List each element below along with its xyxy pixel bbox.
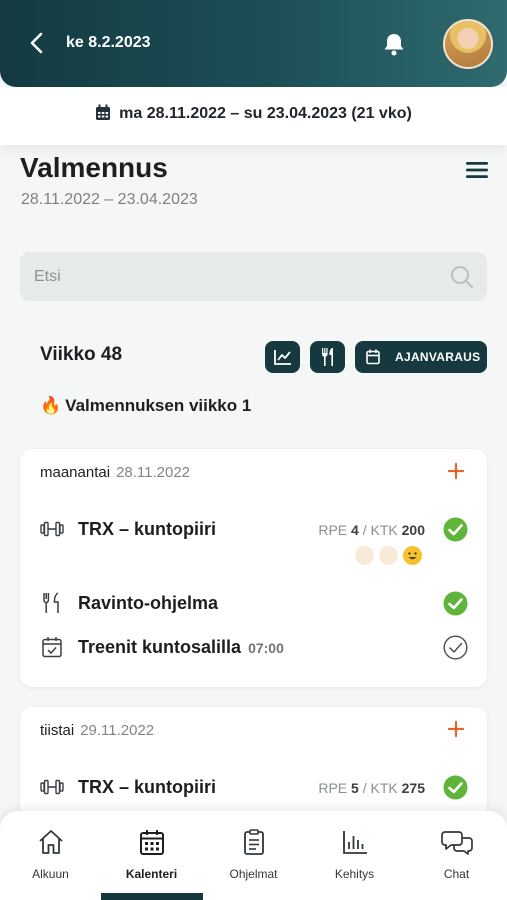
hamburger-menu-icon[interactable] [466, 160, 488, 180]
mood-faces [355, 546, 425, 568]
check-circle-outline-icon[interactable] [443, 635, 468, 660]
fork-knife-icon [43, 592, 59, 613]
bell-icon[interactable] [380, 30, 408, 58]
activity-row-nutrition[interactable]: Ravinto-ohjelma [20, 583, 487, 623]
appointment-label: AJANVARAUS [395, 350, 481, 364]
page-title: Valmennus [20, 152, 168, 183]
activity-time: 07:00 [248, 640, 284, 656]
mood-face-icon[interactable] [379, 546, 398, 565]
activity-name: Ravinto-ohjelma [78, 593, 219, 613]
activity-row-gym[interactable]: Treenit kuntosalilla 07:00 [20, 627, 487, 667]
day-name: tiistai [40, 722, 75, 739]
search-input[interactable] [34, 264, 434, 290]
check-circle-icon[interactable] [443, 517, 468, 542]
appointment-button[interactable]: AJANVARAUS [355, 341, 487, 373]
active-tab-indicator [101, 893, 203, 900]
tab-label: Kehitys [334, 867, 375, 881]
dumbbell-icon [40, 521, 64, 537]
tab-label: Ohjelmat [229, 867, 278, 881]
calendar-icon [140, 830, 164, 855]
check-circle-icon[interactable] [443, 591, 468, 616]
tab-calendar[interactable]: Kalenteri [101, 811, 202, 900]
add-icon[interactable] [444, 459, 468, 483]
activity-name: TRX – kuntopiiri [78, 519, 217, 539]
tab-label: Kalenteri [125, 867, 178, 881]
week-title: Viikko 48 [40, 344, 123, 365]
add-icon[interactable] [444, 717, 468, 741]
app-header: ke 8.2.2023 [0, 0, 507, 87]
day-header: tiistai 29.11.2022 [40, 722, 154, 739]
nutrition-button[interactable] [310, 341, 345, 373]
bottom-tab-bar: Alkuun Kalenteri Ohjelmat Kehitys Chat [0, 811, 507, 900]
header-date: ke 8.2.2023 [66, 34, 151, 51]
chart-icon [274, 350, 291, 365]
activity-row-trx[interactable]: TRX – kuntopiiri RPE 4 / KTK 200 [20, 509, 487, 549]
home-icon [39, 830, 63, 854]
page-subtitle: 28.11.2022 – 23.04.2023 [21, 191, 198, 208]
search-box [20, 252, 487, 301]
chat-bubbles-icon [441, 831, 473, 855]
activity-metrics: RPE 4 / KTK 200 [318, 522, 425, 538]
tab-programs[interactable]: Ohjelmat [203, 811, 304, 900]
user-avatar[interactable] [443, 19, 493, 69]
date-range-bar: ma 28.11.2022 – su 23.04.2023 (21 vko) [0, 87, 507, 145]
progress-chart-button[interactable] [265, 341, 300, 373]
clipboard-icon [244, 829, 264, 855]
check-circle-icon[interactable] [443, 775, 468, 800]
calendar-icon [366, 349, 380, 365]
tab-progress[interactable]: Kehitys [304, 811, 405, 900]
mood-face-icon[interactable] [403, 546, 422, 565]
search-icon[interactable] [449, 264, 475, 290]
calendar-check-icon [42, 637, 62, 658]
fork-knife-icon [322, 348, 333, 366]
chevron-left-icon[interactable] [26, 30, 48, 56]
day-card: maanantai 28.11.2022 TRX – kuntopiiri RPE… [20, 449, 487, 687]
week-note-text: Valmennuksen viikko 1 [65, 396, 252, 415]
calendar-icon [96, 104, 111, 120]
tab-label: Chat [443, 867, 470, 881]
week-note: 🔥 Valmennuksen viikko 1 [40, 396, 251, 416]
tab-label: Alkuun [32, 867, 69, 881]
day-name: maanantai [40, 464, 111, 481]
fire-icon: 🔥 [40, 396, 62, 415]
date-range-text: ma 28.11.2022 – su 23.04.2023 (21 vko) [119, 105, 412, 122]
tab-home[interactable]: Alkuun [0, 811, 101, 900]
day-date: 28.11.2022 [116, 464, 191, 481]
day-date: 29.11.2022 [80, 722, 155, 739]
dumbbell-icon [40, 779, 64, 795]
tab-chat[interactable]: Chat [406, 811, 507, 900]
day-header: maanantai 28.11.2022 [40, 464, 190, 481]
bar-chart-icon [343, 831, 367, 854]
activity-metrics: RPE 5 / KTK 275 [318, 780, 425, 796]
activity-name: TRX – kuntopiiri [78, 777, 217, 797]
mood-face-icon[interactable] [355, 546, 374, 565]
activity-row-trx[interactable]: TRX – kuntopiiri RPE 5 / KTK 275 [20, 767, 487, 807]
activity-name: Treenit kuntosalilla 07:00 [78, 637, 284, 657]
